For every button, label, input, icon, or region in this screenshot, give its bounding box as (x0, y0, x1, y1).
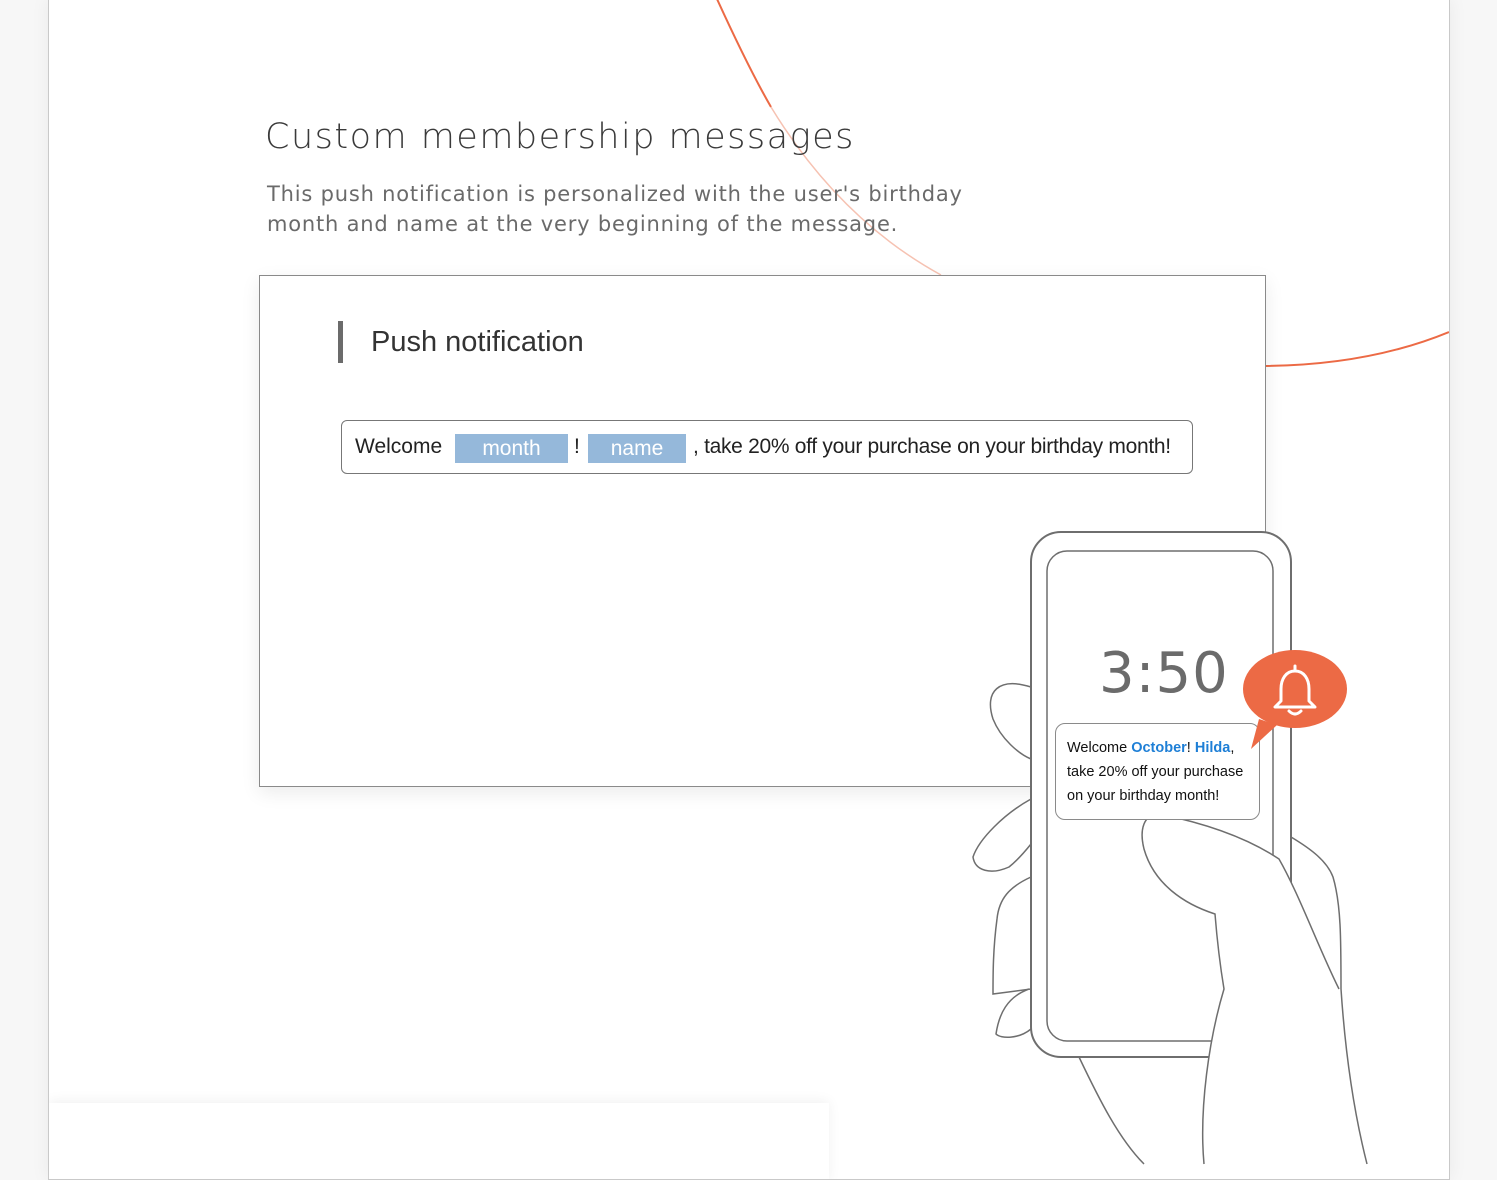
bell-icon (1243, 650, 1347, 749)
content-frame: Custom membership messages This push not… (48, 0, 1450, 1180)
lockscreen-time: 3:50 (1099, 641, 1229, 706)
phone-notification[interactable]: Welcome October! Hilda, take 20% off you… (1055, 723, 1260, 820)
notif-prefix: Welcome (1067, 740, 1128, 756)
notif-name: Hilda (1194, 740, 1231, 756)
next-section-card (49, 1103, 829, 1179)
phone-in-hand-illustration (972, 531, 1368, 1165)
notif-separator: ! (1186, 740, 1191, 756)
notif-month: October (1131, 740, 1187, 756)
